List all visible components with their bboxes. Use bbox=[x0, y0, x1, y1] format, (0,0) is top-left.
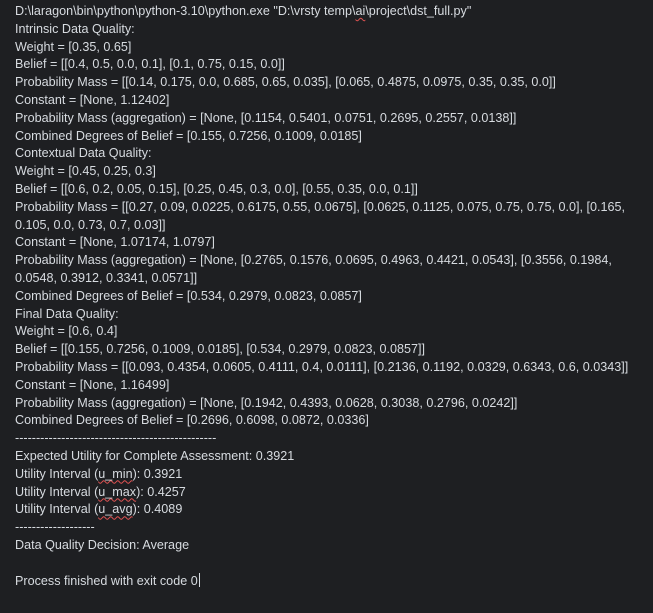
command-path-flagged: ai bbox=[355, 4, 366, 18]
contextual-belief: Belief = [[0.6, 0.2, 0.05, 0.15], [0.25,… bbox=[15, 181, 418, 196]
decision-line: Data Quality Decision: Average bbox=[15, 537, 190, 552]
contextual-combined-belief: Combined Degrees of Belief = [0.534, 0.2… bbox=[15, 288, 362, 303]
contextual-heading: Contextual Data Quality: bbox=[15, 146, 152, 161]
final-weight: Weight = [0.6, 0.4] bbox=[15, 324, 118, 339]
intrinsic-probability-mass-aggregation: Probability Mass (aggregation) = [None, … bbox=[15, 110, 517, 125]
intrinsic-constant: Constant = [None, 1.12402] bbox=[15, 92, 170, 107]
utility-avg-flagged: u_avg bbox=[98, 502, 133, 517]
final-belief: Belief = [[0.155, 0.7256, 0.1009, 0.0185… bbox=[15, 342, 425, 357]
run-console-output[interactable]: D:\laragon\bin\python\python-3.10\python… bbox=[0, 0, 653, 613]
intrinsic-weight: Weight = [0.35, 0.65] bbox=[15, 39, 132, 54]
utility-interval-avg: Utility Interval (u_avg): 0.4089 bbox=[15, 501, 649, 519]
intrinsic-combined-belief: Combined Degrees of Belief = [0.155, 0.7… bbox=[15, 128, 362, 143]
utility-avg-label: Utility Interval ( bbox=[15, 502, 99, 517]
expected-utility: Expected Utility for Complete Assessment… bbox=[15, 448, 295, 463]
command-path-end: \project\dst_full.py" bbox=[365, 4, 472, 18]
utility-min-value: ): 0.3921 bbox=[132, 466, 183, 481]
utility-interval-max: Utility Interval (u_max): 0.4257 bbox=[15, 484, 649, 502]
separator-long: ----------------------------------------… bbox=[15, 431, 217, 446]
utility-avg-value: ): 0.4089 bbox=[132, 502, 183, 517]
contextual-weight: Weight = [0.45, 0.25, 0.3] bbox=[15, 164, 156, 179]
intrinsic-probability-mass: Probability Mass = [[0.14, 0.175, 0.0, 0… bbox=[15, 75, 556, 90]
utility-interval-min: Utility Interval (u_min): 0.3921 bbox=[15, 466, 649, 484]
exit-message: Process finished with exit code 0 bbox=[15, 573, 198, 588]
final-constant: Constant = [None, 1.16499] bbox=[15, 377, 170, 392]
final-heading: Final Data Quality: bbox=[15, 306, 119, 321]
contextual-probability-mass: Probability Mass = [[0.27, 0.09, 0.0225,… bbox=[15, 199, 629, 232]
exit-line: Process finished with exit code 0 bbox=[15, 572, 649, 591]
contextual-constant: Constant = [None, 1.07174, 1.0797] bbox=[15, 235, 215, 250]
contextual-probability-mass-aggregation: Probability Mass (aggregation) = [None, … bbox=[15, 253, 616, 285]
intrinsic-belief: Belief = [[0.4, 0.5, 0.0, 0.1], [0.1, 0.… bbox=[15, 57, 285, 72]
separator-short: ------------------- bbox=[15, 520, 95, 535]
command-line: D:\laragon\bin\python\python-3.10\python… bbox=[15, 3, 649, 21]
utility-max-label: Utility Interval ( bbox=[15, 484, 99, 499]
text-cursor bbox=[198, 572, 200, 587]
final-probability-mass-aggregation: Probability Mass (aggregation) = [None, … bbox=[15, 395, 518, 410]
final-combined-belief: Combined Degrees of Belief = [0.2696, 0.… bbox=[15, 413, 369, 428]
utility-min-label: Utility Interval ( bbox=[15, 466, 99, 481]
intrinsic-heading: Intrinsic Data Quality: bbox=[15, 21, 135, 36]
utility-max-value: ): 0.4257 bbox=[136, 484, 186, 499]
final-probability-mass: Probability Mass = [[0.093, 0.4354, 0.06… bbox=[15, 359, 629, 374]
utility-min-flagged: u_min bbox=[98, 466, 133, 481]
command-path-start: D:\laragon\bin\python\python-3.10\python… bbox=[15, 4, 356, 18]
utility-max-flagged: u_max bbox=[98, 484, 137, 499]
